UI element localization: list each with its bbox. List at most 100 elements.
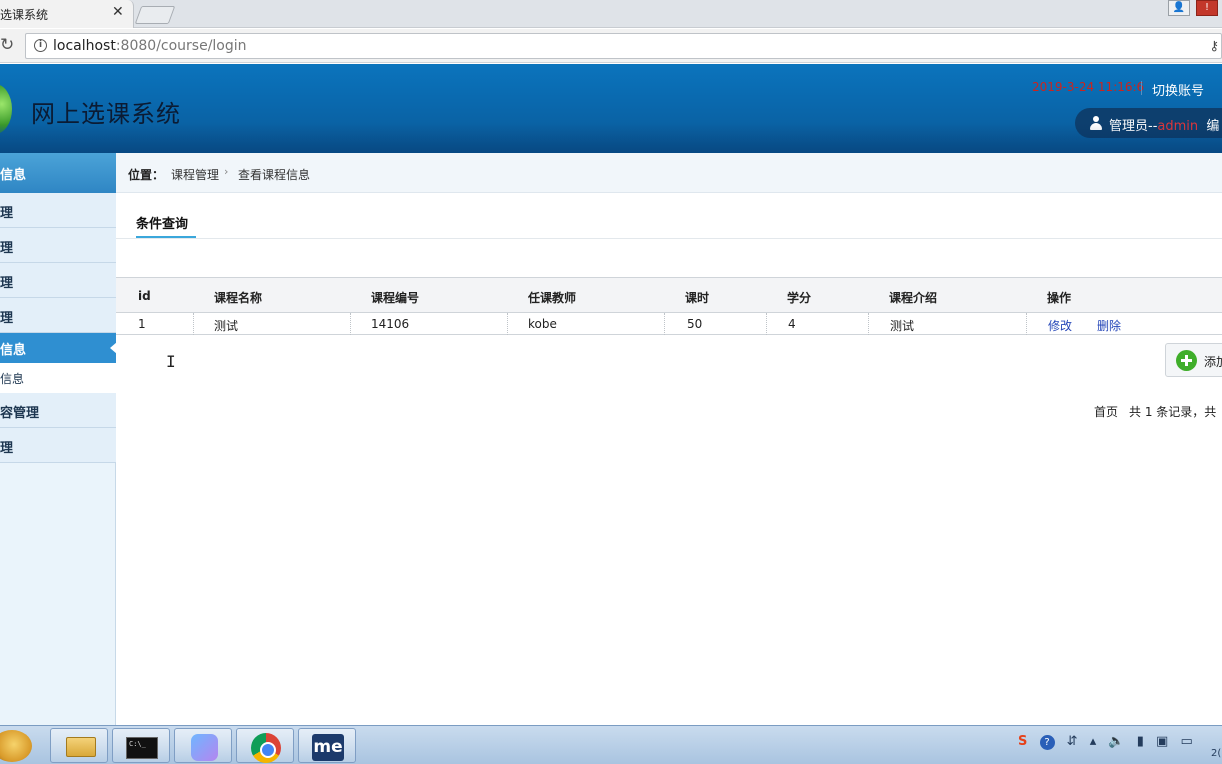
close-tab-icon[interactable]: ✕ bbox=[112, 4, 124, 20]
sidebar-subitem[interactable]: 信息 bbox=[0, 363, 116, 393]
breadcrumb: 位置： 课程管理 › 查看课程信息 bbox=[116, 153, 1222, 193]
cell-course-name: 测试 bbox=[214, 319, 239, 333]
display-icon[interactable]: ▭ bbox=[1180, 734, 1192, 749]
cell-divider bbox=[507, 313, 508, 335]
column-header: 课时 bbox=[685, 291, 710, 305]
profile-icon[interactable]: 👤 bbox=[1168, 0, 1190, 16]
cell-credits: 4 bbox=[788, 317, 796, 331]
help-icon[interactable]: ? bbox=[1039, 735, 1055, 750]
me-app-icon: me bbox=[312, 734, 344, 761]
taskbar-chrome[interactable] bbox=[236, 728, 294, 763]
start-button-icon[interactable] bbox=[0, 730, 32, 762]
first-page-link[interactable]: 首页 bbox=[1094, 405, 1118, 419]
cell-course-code: 14106 bbox=[371, 317, 410, 331]
pagination: 首页共 1 条记录，共 bbox=[1094, 403, 1216, 420]
url-host: localhost bbox=[53, 38, 116, 54]
add-course-button[interactable]: 添加 bbox=[1165, 343, 1222, 377]
cell-divider bbox=[868, 313, 869, 335]
record-summary: 共 1 条记录，共 bbox=[1129, 405, 1217, 419]
column-header: id bbox=[138, 289, 151, 303]
plus-circle-icon bbox=[1176, 350, 1197, 371]
cell-divider bbox=[350, 313, 351, 335]
network-icon[interactable]: ⇵ bbox=[1067, 734, 1078, 749]
edit-link[interactable]: 修改 bbox=[1048, 317, 1072, 334]
sidebar-item[interactable]: 理 bbox=[0, 298, 116, 333]
cell-divider bbox=[1026, 313, 1027, 335]
column-header: 学分 bbox=[787, 291, 812, 305]
cmd-icon: C:\_ bbox=[126, 737, 158, 759]
cell-hours: 50 bbox=[687, 317, 703, 331]
switch-account-link[interactable]: 切换账号 bbox=[1152, 80, 1204, 99]
photos-icon bbox=[191, 734, 218, 761]
user-extra: 编 bbox=[1206, 119, 1220, 134]
chrome-icon bbox=[251, 733, 281, 763]
breadcrumb-separator-icon: › bbox=[224, 165, 229, 178]
info-icon[interactable]: i bbox=[34, 39, 47, 52]
sidebar-item[interactable]: 理 bbox=[0, 228, 116, 263]
sidebar-item-active[interactable]: 信息 bbox=[0, 333, 117, 363]
sidebar-item[interactable]: 理 bbox=[0, 428, 116, 463]
app-title: 网上选课系统 bbox=[31, 100, 181, 128]
show-hidden-icon[interactable]: ▴ bbox=[1090, 734, 1097, 749]
extension-icon[interactable]: ! bbox=[1196, 0, 1218, 16]
system-tray: S ? ⇵ ▴ 🔈 ▮ ▣ ▭ bbox=[1018, 734, 1201, 756]
user-icon bbox=[1090, 116, 1102, 130]
tab-condition-query[interactable]: 条件查询 bbox=[136, 213, 188, 232]
battery-icon[interactable]: ▮ bbox=[1137, 734, 1144, 749]
ime-icon[interactable]: S bbox=[1018, 734, 1027, 749]
sidebar-section-title[interactable]: 信息 bbox=[0, 153, 116, 193]
sidebar-item[interactable]: 容管理 bbox=[0, 393, 116, 428]
sidebar: 信息 理 理 理 理 信息 信息 容管理 理 bbox=[0, 153, 117, 725]
cell-divider bbox=[766, 313, 767, 335]
table-row: 1 测试 14106 kobe 50 4 测试 修改 删除 bbox=[116, 313, 1222, 335]
browser-tab-title: 选课系统 bbox=[0, 8, 49, 22]
logo-icon bbox=[0, 84, 12, 134]
browser-tab[interactable]: 选课系统 ✕ bbox=[0, 0, 134, 28]
key-icon[interactable]: ⚷ bbox=[1209, 39, 1219, 54]
address-bar[interactable]: i localhost:8080/course/login ⚷ bbox=[25, 33, 1222, 59]
user-role: 管理员-- bbox=[1109, 119, 1158, 134]
column-header: 课程编号 bbox=[371, 291, 420, 305]
cell-teacher: kobe bbox=[528, 317, 557, 331]
column-header: 任课教师 bbox=[528, 291, 577, 305]
breadcrumb-view-course[interactable]: 查看课程信息 bbox=[238, 166, 310, 183]
column-header: 课程介绍 bbox=[889, 291, 938, 305]
cell-intro: 测试 bbox=[890, 319, 915, 333]
app-header: 网上选课系统 2019-3-24 11:16:6 切换账号 管理员--admin… bbox=[0, 64, 1222, 153]
cell-id: 1 bbox=[138, 317, 146, 331]
taskbar-explorer[interactable] bbox=[50, 728, 108, 763]
user-label: 管理员--admin 编 bbox=[1109, 115, 1219, 134]
cell-divider bbox=[193, 313, 194, 335]
cell-divider bbox=[664, 313, 665, 335]
browser-toolbar: ↻ i localhost:8080/course/login ⚷ bbox=[0, 29, 1222, 63]
breadcrumb-label: 位置： bbox=[128, 168, 165, 182]
device-icon[interactable]: ▣ bbox=[1156, 734, 1168, 749]
browser-tab-strip: 选课系统 ✕ 👤 ! bbox=[0, 0, 1222, 28]
clock-fragment[interactable]: 2( bbox=[1211, 748, 1221, 759]
user-badge: 管理员--admin 编 bbox=[1075, 108, 1222, 138]
column-header: 操作 bbox=[1047, 291, 1072, 305]
text-cursor-icon: I bbox=[166, 352, 176, 371]
add-button-label: 添加 bbox=[1204, 355, 1222, 369]
column-header: 课程名称 bbox=[214, 291, 263, 305]
tabs-divider bbox=[116, 238, 1222, 239]
header-divider bbox=[1141, 81, 1142, 95]
url-path: :8080/course/login bbox=[115, 38, 247, 54]
delete-link[interactable]: 删除 bbox=[1097, 317, 1121, 334]
taskbar-cmd[interactable]: C:\_ bbox=[112, 728, 170, 763]
volume-icon[interactable]: 🔈 bbox=[1108, 734, 1124, 749]
breadcrumb-course-management[interactable]: 课程管理 bbox=[171, 166, 219, 183]
taskbar-me[interactable]: me bbox=[298, 728, 356, 763]
folder-icon bbox=[66, 737, 96, 757]
taskbar: C:\_ me S ? ⇵ ▴ 🔈 ▮ ▣ ▭ 2( bbox=[0, 725, 1222, 764]
sidebar-item[interactable]: 理 bbox=[0, 193, 116, 228]
user-name: admin bbox=[1157, 119, 1199, 134]
reload-icon[interactable]: ↻ bbox=[0, 35, 14, 55]
new-tab-button[interactable] bbox=[134, 6, 176, 24]
datetime-display: 2019-3-24 11:16:6 bbox=[1032, 80, 1145, 94]
main-content: 位置： 课程管理 › 查看课程信息 条件查询 id 课程名称 课程编号 任课教师… bbox=[116, 153, 1222, 725]
sidebar-item[interactable]: 理 bbox=[0, 263, 116, 298]
url-text[interactable]: localhost:8080/course/login bbox=[53, 38, 247, 54]
taskbar-photos[interactable] bbox=[174, 728, 232, 763]
table-header: id 课程名称 课程编号 任课教师 课时 学分 课程介绍 操作 bbox=[116, 277, 1222, 313]
